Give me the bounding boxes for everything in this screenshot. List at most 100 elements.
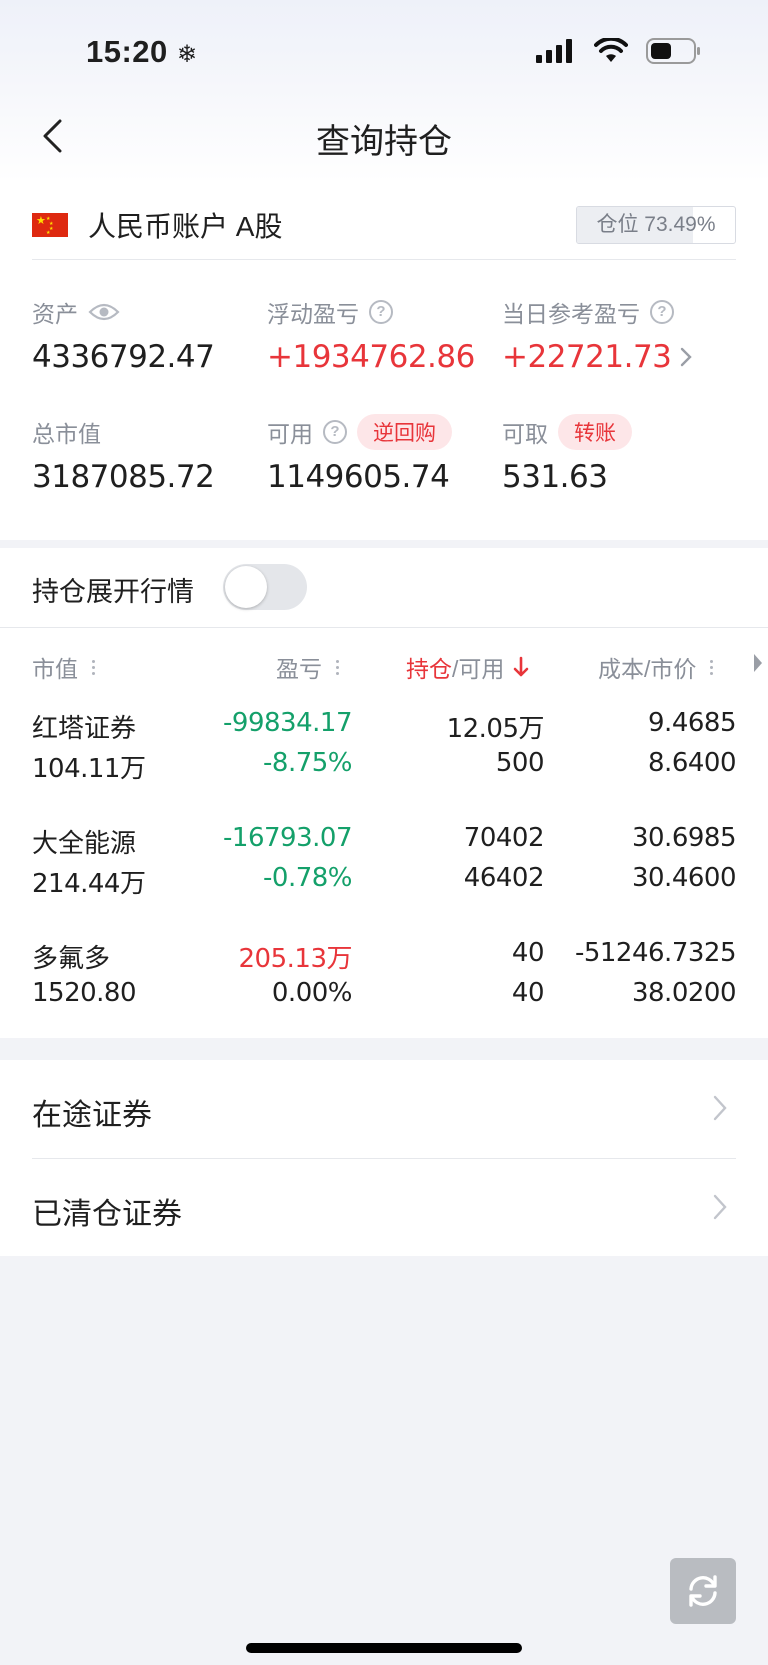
metric-withdrawable: 可取 转账 531.63 — [502, 414, 632, 495]
snowflake-icon: ❄ — [176, 41, 198, 68]
stock-holding: 12.05万 — [446, 714, 545, 744]
stock-cost: 9.4685 — [648, 708, 736, 738]
list-item-label: 已清仓证券 — [32, 1198, 182, 1231]
cleared-securities-item[interactable]: 已清仓证券 — [0, 1159, 768, 1257]
metric-market-value: 总市值 3187085.72 — [32, 415, 215, 495]
scroll-right-icon[interactable] — [752, 652, 764, 674]
help-icon[interactable]: ? — [323, 420, 347, 444]
time-text: 15:20 — [86, 34, 168, 69]
metric-daily-pl[interactable]: 当日参考盈亏 ? +22721.73 — [502, 295, 693, 375]
metric-label: 当日参考盈亏 ? — [502, 295, 693, 329]
status-time: 15:20 ❄ — [86, 34, 198, 70]
available-value: 1149605.74 — [267, 459, 450, 495]
metric-label: 总市值 — [32, 415, 214, 449]
column-pl[interactable]: 盈亏 — [276, 650, 339, 684]
battery-icon — [646, 38, 700, 64]
account-summary-card: ★ ★ ★ ★ ★ 人民币账户 A股 仓位 73.49% 资产 4336792.… — [0, 182, 768, 540]
column-menu-icon[interactable] — [336, 659, 339, 675]
home-indicator[interactable] — [246, 1643, 522, 1653]
table-row[interactable]: 多氟多 1520.80 205.13万 0.00% 40 40 -51246.7… — [0, 938, 768, 1042]
help-icon[interactable]: ? — [369, 300, 393, 324]
chevron-right-icon — [713, 1095, 727, 1121]
stock-pl-pct: -8.75% — [263, 748, 352, 778]
stock-cost: -51246.7325 — [574, 938, 737, 968]
column-holding[interactable]: 持仓/可用 — [406, 650, 530, 684]
help-icon[interactable]: ? — [650, 300, 674, 324]
securities-links: 在途证券 已清仓证券 — [0, 1060, 768, 1256]
stock-available: 500 — [495, 748, 545, 778]
table-header: 市值 盈亏 持仓/可用 成本/市价 — [0, 628, 768, 698]
column-market-value[interactable]: 市值 — [32, 650, 95, 684]
metric-available: 可用 ? 逆回购 1149605.74 — [267, 414, 452, 495]
column-label: 市值 — [32, 656, 78, 682]
wifi-icon — [594, 38, 628, 62]
metric-assets: 资产 4336792.47 — [32, 295, 215, 375]
list-item-label: 在途证券 — [32, 1099, 152, 1132]
column-menu-icon[interactable] — [710, 659, 714, 675]
chevron-right-icon — [681, 347, 693, 367]
page-title: 查询持仓 — [316, 123, 452, 161]
transfer-button[interactable]: 转账 — [558, 414, 632, 450]
metric-label: 可用 ? 逆回购 — [267, 414, 452, 450]
nav-bar: 查询持仓 — [0, 90, 768, 182]
available-label: 可用 — [267, 421, 313, 447]
chevron-right-icon — [713, 1194, 727, 1220]
account-row: ★ ★ ★ ★ ★ 人民币账户 A股 仓位 73.49% — [32, 200, 736, 250]
stock-holding: 70402 — [463, 823, 545, 853]
stock-holding: 40 — [511, 938, 545, 968]
divider — [32, 259, 736, 260]
stock-pl: -99834.17 — [223, 708, 352, 738]
stock-price: 8.6400 — [648, 748, 736, 778]
column-label: 成本/市价 — [598, 656, 697, 682]
stock-market-value: 214.44万 — [32, 869, 146, 899]
stock-pl-pct: -0.78% — [263, 863, 352, 893]
china-flag-icon: ★ ★ ★ ★ ★ — [32, 213, 68, 237]
table-row[interactable]: 红塔证券 104.11万 -99834.17 -8.75% 12.05万 500… — [0, 708, 768, 812]
account-name: 人民币账户 A股 — [88, 211, 283, 242]
withdrawable-label: 可取 — [502, 421, 548, 447]
floating-pl-value: +1934762.86 — [267, 339, 475, 375]
stock-market-value: 1520.80 — [32, 978, 137, 1008]
market-value-value: 3187085.72 — [32, 459, 215, 495]
assets-label: 资产 — [32, 301, 78, 327]
stock-available: 46402 — [463, 863, 545, 893]
stock-market-value: 104.11万 — [32, 754, 146, 784]
position-ratio-badge[interactable]: 仓位 73.49% — [576, 206, 736, 244]
refresh-icon — [689, 1575, 717, 1607]
holdings-table: 市值 盈亏 持仓/可用 成本/市价 红塔证券 104.11万 -99834.17… — [0, 628, 768, 1038]
refresh-button[interactable] — [670, 1558, 736, 1624]
arrow-down-icon — [514, 656, 529, 677]
stock-price: 38.0200 — [631, 978, 737, 1008]
table-row[interactable]: 大全能源 214.44万 -16793.07 -0.78% 70402 4640… — [0, 823, 768, 927]
expand-quotes-label: 持仓展开行情 — [32, 577, 194, 607]
in-transit-securities-item[interactable]: 在途证券 — [0, 1060, 768, 1158]
column-label: 盈亏 — [276, 656, 322, 682]
status-bar: 15:20 ❄ — [0, 0, 768, 90]
metric-label: 资产 — [32, 295, 214, 329]
market-value-label: 总市值 — [32, 421, 101, 447]
daily-pl-label: 当日参考盈亏 — [502, 301, 640, 327]
stock-pl: -16793.07 — [223, 823, 352, 853]
column-cost-price[interactable]: 成本/市价 — [598, 650, 714, 684]
signal-icon — [536, 39, 572, 63]
daily-pl-number: +22721.73 — [502, 339, 672, 375]
expand-quotes-row: 持仓展开行情 — [0, 548, 768, 628]
assets-value: 4336792.47 — [32, 339, 215, 375]
position-ratio-label: 仓位 73.49% — [596, 213, 716, 236]
metric-floating-pl: 浮动盈亏 ? +1934762.86 — [267, 295, 475, 375]
metric-label: 浮动盈亏 ? — [267, 295, 475, 329]
stock-cost: 30.6985 — [631, 823, 737, 853]
section-gap — [0, 540, 768, 548]
holding-label: 持仓 — [406, 656, 452, 682]
daily-pl-value: +22721.73 — [502, 339, 693, 375]
status-icons — [536, 38, 702, 64]
stock-name: 多氟多 — [32, 943, 111, 973]
column-label: 持仓/可用 — [406, 650, 504, 684]
eye-icon[interactable] — [88, 302, 120, 322]
expand-quotes-toggle[interactable] — [223, 564, 307, 610]
reverse-repo-button[interactable]: 逆回购 — [357, 414, 452, 450]
stock-name: 红塔证券 — [32, 713, 137, 743]
stock-price: 30.4600 — [631, 863, 737, 893]
column-menu-icon[interactable] — [92, 659, 95, 675]
floating-pl-label: 浮动盈亏 — [267, 301, 359, 327]
